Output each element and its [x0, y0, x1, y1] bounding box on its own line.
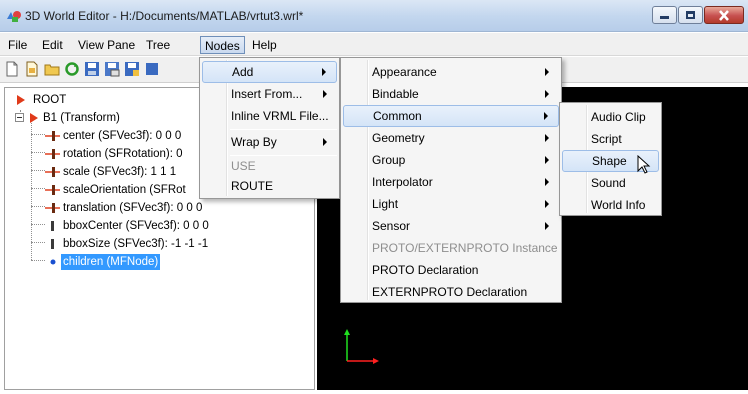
new-file-icon[interactable] — [4, 61, 20, 77]
submenu-arrow-icon — [545, 134, 549, 142]
tree-root-label: ROOT — [33, 94, 67, 106]
menu-item-interpolator[interactable]: Interpolator — [343, 171, 559, 193]
open-folder-icon[interactable] — [44, 61, 60, 77]
submenu-arrow-icon — [545, 178, 549, 186]
menu-edit[interactable]: Edit — [38, 36, 67, 54]
submenu-arrow-icon — [323, 90, 327, 98]
submenu-arrow-icon — [545, 222, 549, 230]
tree-field-label: scaleOrientation (SFRot — [63, 184, 186, 196]
menu-item-group[interactable]: Group — [343, 149, 559, 171]
menu-file[interactable]: File — [4, 36, 31, 54]
menu-bar: File Edit View Pane Tree Nodes Help — [0, 33, 748, 56]
window-title: 3D World Editor - H:/Documents/MATLAB/vr… — [25, 9, 304, 23]
menu-item-geometry[interactable]: Geometry — [343, 127, 559, 149]
transform-node-icon — [30, 113, 38, 123]
app-icon — [7, 11, 21, 22]
menu-item-appearance[interactable]: Appearance — [343, 61, 559, 83]
mouse-cursor-icon — [637, 155, 651, 174]
axes-indicator — [344, 329, 379, 364]
menu-item-bindable[interactable]: Bindable — [343, 83, 559, 105]
save-icon[interactable] — [84, 61, 100, 77]
menu-separator — [230, 129, 337, 130]
tree-field-label: scale (SFVec3f): 1 1 1 — [63, 166, 177, 178]
menu-item-proto-declaration[interactable]: PROTO Declaration — [343, 259, 559, 281]
field-sf-icon — [45, 185, 60, 195]
menu-item-sensor[interactable]: Sensor — [343, 215, 559, 237]
tree-field-label: bboxCenter (SFVec3f): 0 0 0 — [63, 220, 209, 232]
menu-item-wrap-by[interactable]: Wrap By — [202, 131, 337, 153]
submenu-arrow-icon — [323, 138, 327, 146]
title-bar: 3D World Editor - H:/Documents/MATLAB/vr… — [0, 0, 748, 32]
close-button[interactable] — [704, 6, 744, 24]
mfnode-icon — [50, 259, 56, 265]
field-readonly-icon — [51, 221, 54, 231]
submenu-arrow-icon — [544, 112, 548, 120]
new-from-template-icon[interactable] — [24, 61, 40, 77]
reload-icon[interactable] — [64, 61, 80, 77]
tree-transform-label: B1 (Transform) — [43, 112, 120, 124]
submenu-arrow-icon — [545, 68, 549, 76]
menu-item-insert-from[interactable]: Insert From... — [202, 83, 337, 105]
root-node-icon — [17, 95, 25, 105]
tree-field-label: rotation (SFRotation): 0 — [63, 148, 183, 160]
menu-item-inline-vrml[interactable]: Inline VRML File... — [202, 105, 337, 127]
field-sf-icon — [45, 167, 60, 177]
save-as-icon[interactable] — [104, 61, 120, 77]
menu-item-route[interactable]: ROUTE — [202, 175, 337, 197]
window-controls — [651, 6, 744, 24]
menu-item-world-info[interactable]: World Info — [562, 194, 659, 216]
submenu-arrow-icon — [545, 156, 549, 164]
tree-field-label: center (SFVec3f): 0 0 0 — [63, 130, 182, 142]
menu-item-use: USE — [231, 159, 256, 173]
tree-children-label: children (MFNode) — [61, 254, 161, 270]
submenu-arrow-icon — [545, 200, 549, 208]
field-sf-icon — [45, 149, 60, 159]
maximize-icon — [686, 11, 695, 19]
field-sf-icon — [45, 203, 60, 213]
close-icon — [719, 9, 729, 21]
tree-field-label: translation (SFVec3f): 0 0 0 — [63, 202, 203, 214]
nodes-menu: Add Insert From... Inline VRML File... W… — [199, 57, 340, 199]
toolbar-more-icon[interactable] — [144, 61, 160, 77]
menu-item-light[interactable]: Light — [343, 193, 559, 215]
menu-item-proto-instance: PROTO/EXTERNPROTO Instance — [372, 241, 558, 255]
submenu-arrow-icon — [322, 68, 326, 76]
menu-help[interactable]: Help — [248, 36, 281, 54]
menu-view-pane[interactable]: View Pane — [74, 36, 139, 54]
export-icon[interactable] — [124, 61, 140, 77]
add-submenu: Appearance Bindable Common Geometry Grou… — [340, 57, 562, 303]
field-sf-icon — [45, 131, 60, 141]
tree-field-label: bboxSize (SFVec3f): -1 -1 -1 — [63, 238, 209, 250]
minimize-button[interactable] — [652, 6, 677, 24]
menu-tree[interactable]: Tree — [142, 36, 174, 54]
menu-item-sound[interactable]: Sound — [562, 172, 659, 194]
menu-item-externproto-declaration[interactable]: EXTERNPROTO Declaration — [343, 281, 559, 303]
menu-item-common[interactable]: Common — [343, 105, 559, 127]
minimize-icon — [660, 16, 669, 19]
submenu-arrow-icon — [545, 90, 549, 98]
menu-item-script[interactable]: Script — [562, 128, 659, 150]
collapse-toggle-icon[interactable] — [15, 113, 24, 122]
menu-item-add[interactable]: Add — [202, 61, 337, 83]
field-readonly-icon — [51, 239, 54, 249]
menu-nodes[interactable]: Nodes — [200, 36, 245, 54]
maximize-button[interactable] — [678, 6, 703, 24]
menu-item-audio-clip[interactable]: Audio Clip — [562, 106, 659, 128]
